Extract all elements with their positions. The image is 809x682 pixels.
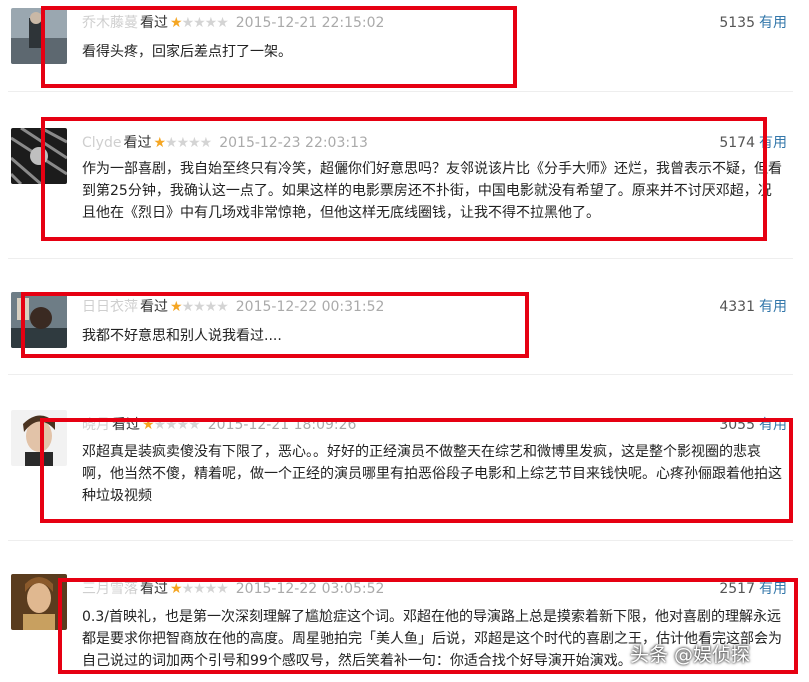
avatar-image xyxy=(11,292,67,348)
review-text: 我都不好意思和别人说我看过.... xyxy=(82,328,282,344)
review-time: 2015-12-21 18:09:26 xyxy=(207,417,357,433)
username-link[interactable]: Clyde xyxy=(82,135,121,151)
review-text: 作为一部喜剧，我自始至终只有冷笑，超儷你们好意思吗？友邻说该片比《分手大师》还烂… xyxy=(82,161,782,221)
vote-area: 2517 有用 xyxy=(719,580,787,598)
divider xyxy=(8,374,793,375)
avatar[interactable] xyxy=(11,292,67,348)
review-time: 2015-12-22 00:31:52 xyxy=(235,299,385,315)
rating-stars: ★★★★★ xyxy=(170,299,229,315)
username-link[interactable]: 日日衣萍 xyxy=(82,299,138,315)
useful-button[interactable]: 有用 xyxy=(759,417,787,433)
avatar[interactable] xyxy=(11,8,67,64)
review-meta: 乔木藤蔓 看过 ★★★★★ 2015-12-21 22:15:02 xyxy=(82,14,384,32)
star-empty-icon: ★★★★ xyxy=(181,15,229,31)
username-link[interactable]: 三月雪落 xyxy=(82,581,138,597)
review-meta: 日日衣萍 看过 ★★★★★ 2015-12-22 00:31:52 xyxy=(82,298,384,316)
review-meta: Clyde 看过 ★★★★★ 2015-12-23 22:03:13 xyxy=(82,134,368,152)
review-time: 2015-12-21 22:15:02 xyxy=(235,15,385,31)
vote-area: 5174 有用 xyxy=(719,134,787,152)
review-meta: 晓月 看过 ★★★★★ 2015-12-21 18:09:26 xyxy=(82,416,356,434)
vote-count: 5174 xyxy=(719,135,755,151)
avatar-image xyxy=(11,574,67,630)
watermark-text: 头条 @娱侦探 xyxy=(630,644,751,666)
review-time: 2015-12-23 22:03:13 xyxy=(219,135,368,151)
watched-label: 看过 xyxy=(140,15,168,31)
divider xyxy=(8,258,793,259)
username-link[interactable]: 晓月 xyxy=(82,417,110,433)
avatar[interactable] xyxy=(11,128,67,184)
avatar-image xyxy=(11,410,67,466)
star-filled-icon: ★ xyxy=(170,15,183,31)
divider xyxy=(8,540,793,541)
avatar[interactable] xyxy=(11,574,67,630)
watched-label: 看过 xyxy=(140,299,168,315)
rating-stars: ★★★★★ xyxy=(170,15,229,31)
watched-label: 看过 xyxy=(123,135,152,151)
vote-count: 2517 xyxy=(719,581,755,597)
star-empty-icon: ★★★★ xyxy=(165,135,212,151)
vote-area: 3055 有用 xyxy=(719,416,787,434)
review-text: 看得头疼，回家后差点打了一架。 xyxy=(82,44,292,60)
star-empty-icon: ★★★★ xyxy=(181,581,229,597)
rating-stars: ★★★★★ xyxy=(170,581,229,597)
vote-count: 5135 xyxy=(719,15,755,31)
rating-stars: ★★★★★ xyxy=(142,417,201,433)
star-empty-icon: ★★★★ xyxy=(181,299,229,315)
star-filled-icon: ★ xyxy=(170,299,183,315)
review-time: 2015-12-22 03:05:52 xyxy=(235,581,385,597)
star-empty-icon: ★★★★ xyxy=(153,417,201,433)
vote-count: 3055 xyxy=(719,417,755,433)
useful-button[interactable]: 有用 xyxy=(759,299,787,315)
star-filled-icon: ★ xyxy=(142,417,155,433)
divider xyxy=(8,91,793,92)
review-meta: 三月雪落 看过 ★★★★★ 2015-12-22 03:05:52 xyxy=(82,580,384,598)
star-filled-icon: ★ xyxy=(170,581,183,597)
vote-area: 4331 有用 xyxy=(719,298,787,316)
useful-button[interactable]: 有用 xyxy=(759,135,787,151)
rating-stars: ★★★★★ xyxy=(153,135,212,151)
watched-label: 看过 xyxy=(140,581,168,597)
useful-button[interactable]: 有用 xyxy=(759,581,787,597)
watched-label: 看过 xyxy=(112,417,140,433)
avatar-image xyxy=(11,128,67,184)
star-filled-icon: ★ xyxy=(153,135,166,151)
avatar-image xyxy=(11,8,67,64)
username-link[interactable]: 乔木藤蔓 xyxy=(82,15,138,31)
avatar[interactable] xyxy=(11,410,67,466)
useful-button[interactable]: 有用 xyxy=(759,15,787,31)
vote-count: 4331 xyxy=(719,299,755,315)
review-text: 邓超真是装疯卖傻没有下限了，恶心。。好好的正经演员不做整天在综艺和微博里发疯，这… xyxy=(82,444,782,504)
vote-area: 5135 有用 xyxy=(719,14,787,32)
